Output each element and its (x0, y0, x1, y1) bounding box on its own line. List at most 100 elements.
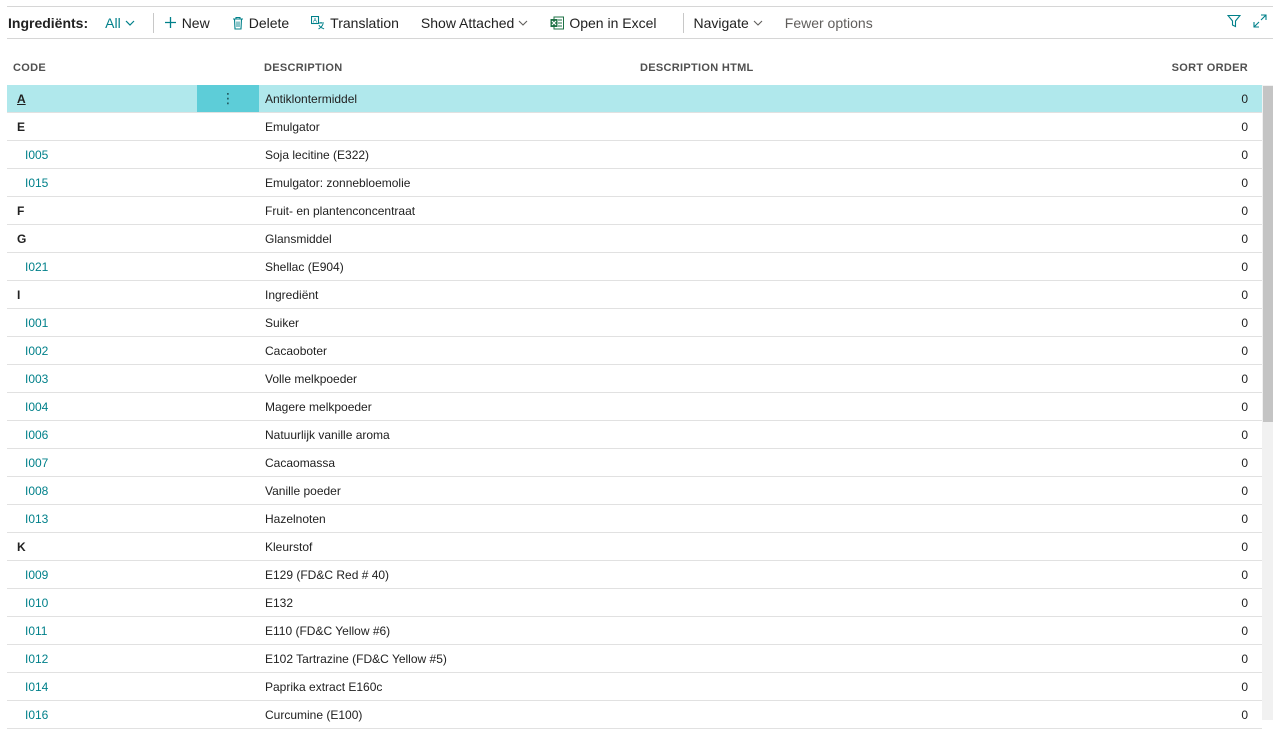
new-button[interactable]: New (164, 15, 210, 31)
row-sort-order: 0 (1241, 511, 1248, 526)
scrollbar-thumb[interactable] (1263, 86, 1273, 422)
table-row[interactable]: I011 E110 (FD&C Yellow #6) 0 (7, 617, 1262, 645)
row-sort-order: 0 (1241, 651, 1248, 666)
row-description: Magere melkpoeder (265, 399, 372, 414)
row-sort-order: 0 (1241, 399, 1248, 414)
table-row[interactable]: I012 E102 Tartrazine (FD&C Yellow #5) 0 (7, 645, 1262, 673)
row-code: I (17, 287, 21, 302)
expand-icon[interactable] (1253, 14, 1267, 31)
table-row[interactable]: I001 Suiker 0 (7, 309, 1262, 337)
table-row[interactable]: I002 Cacaoboter 0 (7, 337, 1262, 365)
row-code[interactable]: I008 (25, 484, 48, 498)
toolbar-separator (682, 12, 684, 33)
row-code[interactable]: I021 (25, 260, 48, 274)
fewer-options-button[interactable]: Fewer options (785, 15, 873, 31)
row-description: Shellac (E904) (265, 259, 344, 274)
row-code[interactable]: I007 (25, 456, 48, 470)
row-description: E132 (265, 595, 294, 610)
filter-icon[interactable] (1226, 14, 1242, 31)
row-code[interactable]: I014 (25, 680, 48, 694)
translation-button[interactable]: A Translation (311, 15, 399, 31)
row-code[interactable]: I010 (25, 596, 48, 610)
row-sort-order: 0 (1241, 483, 1248, 498)
table-row[interactable]: G Glansmiddel 0 (7, 225, 1262, 253)
row-description: Emulgator (265, 119, 320, 134)
row-code: K (17, 539, 26, 554)
row-code: F (17, 203, 25, 218)
table-row[interactable]: I016 Curcumine (E100) 0 (7, 701, 1262, 729)
table-row[interactable]: I Ingrediënt 0 (7, 281, 1262, 309)
table-row[interactable]: I006 Natuurlijk vanille aroma 0 (7, 421, 1262, 449)
table-row[interactable]: F Fruit- en plantenconcentraat 0 (7, 197, 1262, 225)
open-in-excel-button[interactable]: Open in Excel (550, 14, 657, 31)
delete-button[interactable]: Delete (232, 15, 289, 31)
table-row[interactable]: I005 Soja lecitine (E322) 0 (7, 141, 1262, 169)
row-description: Emulgator: zonnebloemolie (265, 175, 411, 190)
show-attached-label: Show Attached (420, 14, 515, 31)
row-description: Antiklontermiddel (265, 91, 358, 106)
row-code[interactable]: I006 (25, 428, 48, 442)
row-code[interactable]: I004 (25, 400, 48, 414)
row-sort-order: 0 (1241, 259, 1248, 274)
table-row[interactable]: I008 Vanille poeder 0 (7, 477, 1262, 505)
row-code: A (17, 91, 26, 106)
row-code[interactable]: I002 (25, 344, 48, 358)
row-sort-order: 0 (1241, 371, 1248, 386)
table-row[interactable]: I014 Paprika extract E160c 0 (7, 673, 1262, 701)
row-code[interactable]: I016 (25, 708, 48, 722)
row-code[interactable]: I003 (25, 372, 48, 386)
fewer-options-label: Fewer options (784, 14, 873, 31)
column-header-code[interactable]: CODE (13, 62, 46, 74)
view-filter[interactable]: All (105, 15, 135, 31)
row-sort-order: 0 (1241, 455, 1248, 470)
row-code[interactable]: I011 (25, 624, 47, 638)
grid-header: CODE DESCRIPTION DESCRIPTION HTML SORT O… (7, 54, 1273, 82)
row-sort-order: 0 (1241, 623, 1248, 638)
row-description: Soja lecitine (E322) (265, 147, 370, 162)
row-code: G (17, 231, 27, 246)
table-row[interactable]: I003 Volle melkpoeder 0 (7, 365, 1262, 393)
row-sort-order: 0 (1241, 119, 1248, 134)
table-row[interactable]: E Emulgator 0 (7, 113, 1262, 141)
row-code[interactable]: I013 (25, 512, 48, 526)
show-attached-button[interactable]: Show Attached (421, 15, 528, 31)
column-header-description-html[interactable]: DESCRIPTION HTML (640, 62, 754, 74)
navigate-menu[interactable]: Navigate (694, 15, 763, 31)
table-row[interactable]: I004 Magere melkpoeder 0 (7, 393, 1262, 421)
row-description: E110 (FD&C Yellow #6) (265, 623, 391, 638)
row-description: Natuurlijk vanille aroma (265, 427, 390, 442)
excel-icon (550, 16, 565, 30)
translation-icon: A (311, 15, 325, 30)
table-row[interactable]: I007 Cacaomassa 0 (7, 449, 1262, 477)
column-header-sort-order[interactable]: SORT ORDER (1172, 62, 1248, 74)
row-sort-order: 0 (1241, 231, 1248, 246)
grid-body: A ⋮ Antiklontermiddel 0 E Emulgator 0 I005 Soja … (7, 85, 1262, 729)
table-row[interactable]: I015 Emulgator: zonnebloemolie 0 (7, 169, 1262, 197)
delete-button-label: Delete (248, 14, 290, 31)
table-row[interactable]: K Kleurstof 0 (7, 533, 1262, 561)
row-description: Suiker (265, 315, 300, 330)
row-code[interactable]: I012 (25, 652, 48, 666)
table-row[interactable]: I013 Hazelnoten 0 (7, 505, 1262, 533)
new-button-label: New (181, 14, 210, 31)
column-header-description[interactable]: DESCRIPTION (264, 62, 342, 74)
toolbar-right-icons (1226, 14, 1267, 31)
chevron-down-icon (125, 18, 135, 28)
row-description: Ingrediënt (265, 287, 319, 302)
row-code[interactable]: I009 (25, 568, 48, 582)
row-description: Hazelnoten (265, 511, 326, 526)
navigate-label: Navigate (693, 14, 749, 31)
row-code[interactable]: I015 (25, 176, 48, 190)
open-in-excel-label: Open in Excel (569, 14, 657, 31)
row-sort-order: 0 (1241, 175, 1248, 190)
more-vertical-icon[interactable]: ⋮ (197, 85, 259, 112)
row-sort-order: 0 (1241, 539, 1248, 554)
row-code[interactable]: I005 (25, 148, 48, 162)
toolbar-separator (152, 12, 154, 33)
table-row[interactable]: A ⋮ Antiklontermiddel 0 (7, 85, 1262, 113)
table-row[interactable]: I010 E132 0 (7, 589, 1262, 617)
row-code[interactable]: I001 (25, 316, 48, 330)
svg-text:A: A (313, 18, 317, 24)
table-row[interactable]: I021 Shellac (E904) 0 (7, 253, 1262, 281)
table-row[interactable]: I009 E129 (FD&C Red # 40) 0 (7, 561, 1262, 589)
